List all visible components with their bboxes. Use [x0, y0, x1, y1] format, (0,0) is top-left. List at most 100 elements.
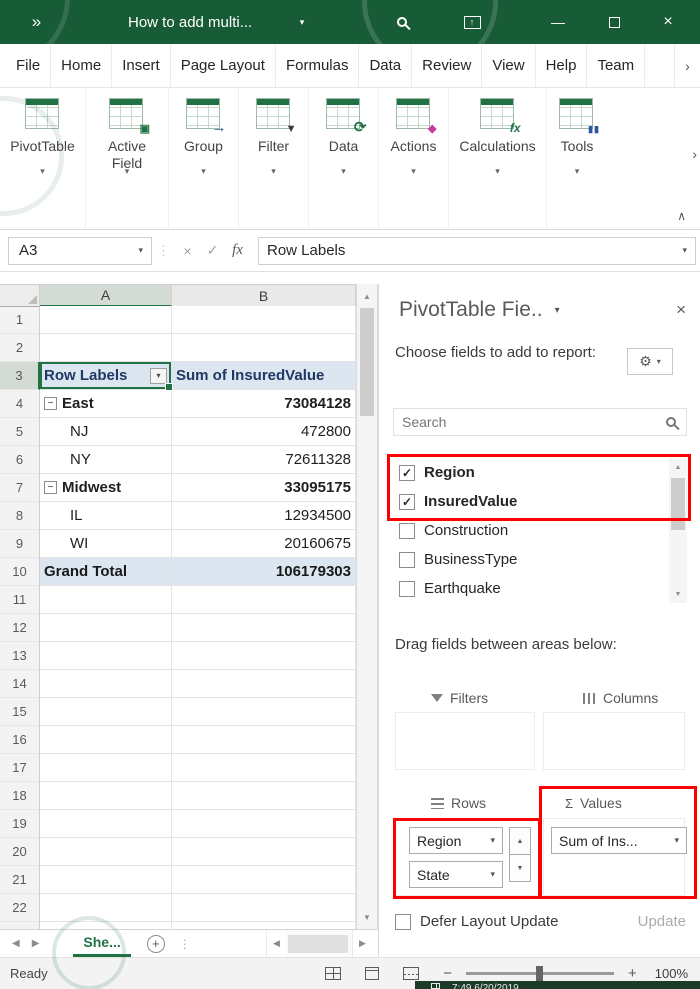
menu-tab-formulas[interactable]: Formulas — [276, 44, 360, 87]
formula-cancel-button[interactable]: × — [175, 243, 200, 259]
cell-A8[interactable]: IL — [40, 502, 172, 530]
cell-B17[interactable] — [172, 754, 356, 782]
ribbon-group-actions[interactable]: Actions▾ — [379, 88, 449, 229]
search-field[interactable] — [393, 408, 687, 436]
cell-B22[interactable] — [172, 894, 356, 922]
cell-B20[interactable] — [172, 838, 356, 866]
cell-B19[interactable] — [172, 810, 356, 838]
row-header-11[interactable]: 11 — [0, 586, 40, 614]
cell-B16[interactable] — [172, 726, 356, 754]
row-header-2[interactable]: 2 — [0, 334, 40, 362]
cell-A16[interactable] — [40, 726, 172, 754]
update-button[interactable]: Update — [638, 913, 686, 930]
cell-A2[interactable] — [40, 334, 172, 362]
ribbon-group-group[interactable]: Group▾ — [169, 88, 239, 229]
ribbon-display-options-button[interactable]: ↑ — [452, 0, 492, 44]
collapse-button[interactable]: − — [44, 397, 57, 410]
scroll-down-icon[interactable]: ▼ — [669, 585, 687, 603]
row-header-1[interactable]: 1 — [0, 306, 40, 334]
add-sheet-button[interactable]: + — [146, 934, 165, 953]
column-header-b[interactable]: B — [172, 285, 356, 307]
scroll-right-icon[interactable]: ▶ — [352, 930, 372, 957]
sheet-nav-right-icon[interactable]: ▶ — [32, 938, 40, 949]
cell-A5[interactable]: NJ — [40, 418, 172, 446]
cell-B23[interactable] — [172, 922, 356, 929]
row-header-13[interactable]: 13 — [0, 642, 40, 670]
cell-B14[interactable] — [172, 670, 356, 698]
rows-field-region[interactable]: Region ▾ — [409, 827, 503, 854]
field-item-insuredvalue[interactable]: ✓ InsuredValue — [393, 487, 669, 516]
zoom-level-button[interactable]: 100% — [655, 966, 688, 981]
cell-B2[interactable] — [172, 334, 356, 362]
row-header-21[interactable]: 21 — [0, 866, 40, 894]
row-header-14[interactable]: 14 — [0, 670, 40, 698]
horizontal-scrollbar[interactable]: ◀ ▶ — [266, 930, 372, 957]
cell-A12[interactable] — [40, 614, 172, 642]
row-header-23[interactable]: 23 — [0, 922, 40, 929]
cell-B9[interactable]: 20160675 — [172, 530, 356, 558]
row-header-10[interactable]: 10 — [0, 558, 40, 586]
cell-A3[interactable]: Row Labels ▾ — [40, 362, 173, 391]
menu-tab-insert[interactable]: Insert — [112, 44, 171, 87]
row-header-16[interactable]: 16 — [0, 726, 40, 754]
zoom-slider[interactable] — [465, 966, 614, 981]
cell-A6[interactable]: NY — [40, 446, 172, 474]
cell-A13[interactable] — [40, 642, 172, 670]
cell-A4[interactable]: − East — [40, 390, 172, 418]
name-box[interactable]: A3 ▾ — [8, 236, 152, 265]
cell-A9[interactable]: WI — [40, 530, 172, 558]
cell-A20[interactable] — [40, 838, 172, 866]
cell-A7[interactable]: − Midwest — [40, 474, 172, 502]
pane-close-button[interactable]: × — [676, 300, 686, 320]
ribbon-group-filter[interactable]: Filter▾ — [239, 88, 309, 229]
scroll-up-icon[interactable]: ▲ — [357, 286, 377, 306]
ribbon-group-tools[interactable]: Tools▾ — [547, 88, 607, 229]
cell-B4[interactable]: 73084128 — [172, 390, 356, 418]
search-input[interactable] — [394, 414, 666, 430]
column-header-a[interactable]: A — [40, 285, 172, 307]
cell-B6[interactable]: 72611328 — [172, 446, 356, 474]
row-header-7[interactable]: 7 — [0, 474, 40, 502]
field-list-scrollbar[interactable]: ▲ ▼ — [669, 458, 687, 603]
cell-A22[interactable] — [40, 894, 172, 922]
cell-B8[interactable]: 12934500 — [172, 502, 356, 530]
zoom-out-button[interactable]: − — [443, 965, 452, 982]
row-header-6[interactable]: 6 — [0, 446, 40, 474]
cell-A19[interactable] — [40, 810, 172, 838]
cell-A23[interactable] — [40, 922, 172, 929]
search-button[interactable] — [382, 0, 422, 44]
cell-B5[interactable]: 472800 — [172, 418, 356, 446]
columns-area[interactable] — [543, 712, 685, 770]
normal-view-button[interactable] — [325, 967, 342, 980]
menu-tab-help[interactable]: Help — [536, 44, 588, 87]
cell-A10[interactable]: Grand Total — [40, 558, 172, 586]
sheet-nav-left-icon[interactable]: ◀ — [12, 938, 20, 949]
cell-A17[interactable] — [40, 754, 172, 782]
cell-A1[interactable] — [40, 306, 172, 334]
formula-input[interactable]: Row Labels ▾ — [258, 236, 696, 265]
page-break-view-button[interactable] — [403, 967, 420, 980]
cell-A11[interactable] — [40, 586, 172, 614]
quick-access-overflow-button[interactable]: » — [22, 0, 52, 44]
cell-A15[interactable] — [40, 698, 172, 726]
page-layout-view-button[interactable] — [365, 967, 380, 980]
collapse-button[interactable]: − — [44, 481, 57, 494]
cell-B10[interactable]: 106179303 — [172, 558, 356, 586]
pane-tools-button[interactable]: ⚙ ▾ — [627, 348, 673, 375]
menu-tab-file[interactable]: File — [0, 44, 52, 87]
ribbon-group-data[interactable]: Data▾ — [309, 88, 379, 229]
cell-B15[interactable] — [172, 698, 356, 726]
cell-B21[interactable] — [172, 866, 356, 894]
scroll-left-icon[interactable]: ◀ — [266, 930, 286, 957]
row-header-9[interactable]: 9 — [0, 530, 40, 558]
checkbox-checked-icon[interactable]: ✓ — [399, 493, 415, 510]
cell-B1[interactable] — [172, 306, 356, 334]
menu-tab-team[interactable]: Team — [587, 44, 646, 87]
select-all-corner[interactable] — [0, 285, 40, 307]
row-header-18[interactable]: 18 — [0, 782, 40, 810]
ribbon-group-pivottable[interactable]: PivotTable ▾ — [0, 88, 86, 229]
defer-checkbox[interactable] — [395, 913, 411, 930]
row-header-8[interactable]: 8 — [0, 502, 40, 530]
collapse-ribbon-button[interactable]: ∧ — [677, 209, 686, 223]
pane-options-caret-icon[interactable]: ▾ — [555, 305, 560, 316]
